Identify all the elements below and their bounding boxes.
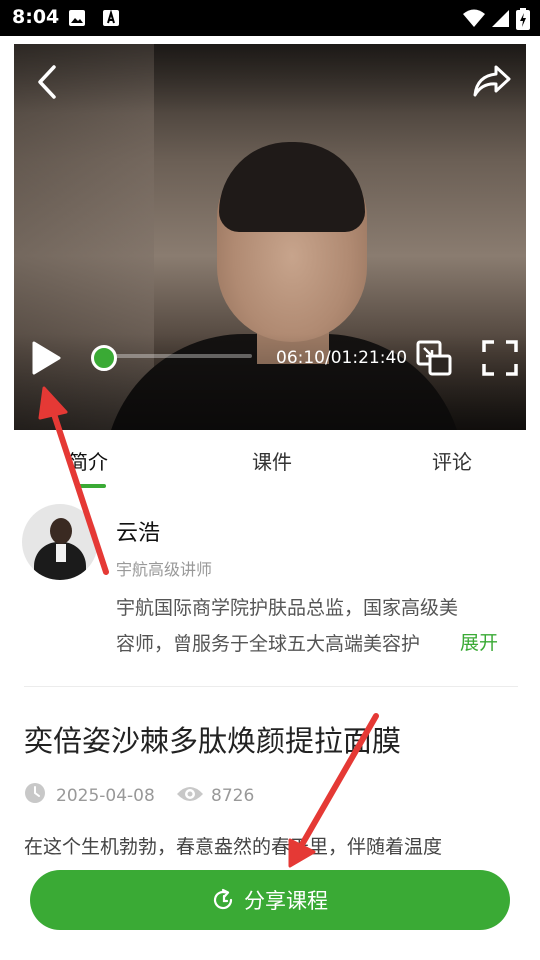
progress-knob[interactable] xyxy=(91,345,117,371)
tab-bar: 简介 课件 评论 xyxy=(0,430,540,490)
course-title: 奕倍姿沙棘多肽焕颜提拉面膜 xyxy=(24,724,402,758)
active-tab-indicator xyxy=(78,484,106,488)
status-bar: 8:04 xyxy=(0,0,540,36)
signal-icon xyxy=(492,10,509,27)
avatar-head xyxy=(50,518,72,544)
teacher-bio: 宇航国际商学院护肤品总监，国家高级美 容师，曾服务于全球五大高端美容护 xyxy=(116,590,516,662)
teacher-name: 云浩 xyxy=(116,521,161,546)
share-course-label: 分享课程 xyxy=(244,889,328,913)
share-course-button[interactable]: 分享课程 xyxy=(30,870,510,930)
clock-icon xyxy=(25,783,45,803)
status-time: 8:04 xyxy=(12,6,60,28)
expand-bio-link[interactable]: 展开 xyxy=(460,628,498,655)
battery-charging-icon xyxy=(516,8,530,30)
tab-courseware[interactable]: 课件 xyxy=(252,446,292,475)
teacher-title: 宇航高级讲师 xyxy=(116,560,213,579)
teacher-bio-line: 宇航国际商学院护肤品总监，国家高级美 xyxy=(116,597,459,619)
back-icon[interactable] xyxy=(36,64,58,100)
teacher-bio-line: 容师，曾服务于全球五大高端美容护 xyxy=(116,633,421,655)
tab-intro[interactable]: 简介 xyxy=(68,446,108,475)
picture-in-picture-icon[interactable] xyxy=(416,340,452,376)
share-arrow-icon[interactable] xyxy=(472,64,512,98)
course-description: 在这个生机勃勃，春意盎然的春天里，伴随着温度 xyxy=(24,836,443,858)
tab-comments[interactable]: 评论 xyxy=(432,446,472,475)
teacher-avatar[interactable] xyxy=(22,504,98,580)
wifi-icon xyxy=(463,9,485,27)
eye-icon xyxy=(177,787,203,801)
share-course-icon xyxy=(213,888,233,910)
course-views: 8726 xyxy=(211,786,255,806)
progress-track[interactable] xyxy=(104,354,252,358)
font-download-icon xyxy=(103,9,119,26)
avatar-collar xyxy=(56,544,66,562)
fullscreen-icon[interactable] xyxy=(482,340,518,376)
divider xyxy=(24,686,518,687)
play-icon[interactable] xyxy=(30,340,62,376)
image-icon xyxy=(69,10,85,26)
course-date: 2025-04-08 xyxy=(56,786,155,806)
video-time: 06:10/01:21:40 xyxy=(276,348,408,368)
